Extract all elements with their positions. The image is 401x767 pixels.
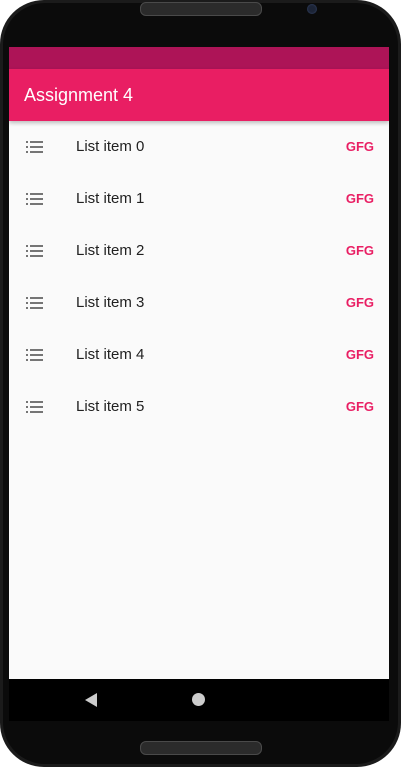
list-item-label: List item 5 xyxy=(76,398,145,415)
list-item-0[interactable]: List item 0 GFG xyxy=(9,121,389,173)
list-icon xyxy=(26,297,43,309)
app-bar: Assignment 4 xyxy=(9,69,389,121)
list-item-3[interactable]: List item 3 GFG xyxy=(9,277,389,329)
app-bar-title: Assignment 4 xyxy=(24,85,134,105)
list-item-label: List item 1 xyxy=(76,190,145,207)
list-item-trailing-text: GFG xyxy=(345,191,374,206)
list-icon xyxy=(26,349,43,361)
list-item-2[interactable]: List item 2 GFG xyxy=(9,225,389,277)
list-item-trailing-text: GFG xyxy=(345,139,374,154)
list-item-label: List item 2 xyxy=(76,242,145,259)
list-item-5[interactable]: List item 5 GFG xyxy=(9,381,389,433)
list-icon xyxy=(26,193,43,205)
navigation-bar xyxy=(9,679,389,721)
list-item-4[interactable]: List item 4 GFG xyxy=(9,329,389,381)
list-item-label: List item 4 xyxy=(76,346,145,363)
front-camera xyxy=(307,4,317,14)
bottom-speaker xyxy=(140,741,262,755)
list-item-label: List item 0 xyxy=(76,138,145,155)
list-view[interactable]: List item 0 GFG List item 1 GFG List ite… xyxy=(9,121,389,433)
device-screen: Assignment 4 List item 0 GFG List item 1… xyxy=(9,47,389,721)
list-icon xyxy=(26,245,43,257)
back-triangle-icon[interactable] xyxy=(85,693,97,707)
list-icon xyxy=(26,401,43,413)
list-item-trailing-text: GFG xyxy=(345,347,374,362)
list-item-trailing-text: GFG xyxy=(345,399,374,414)
status-bar xyxy=(9,47,389,69)
phone-frame: Assignment 4 List item 0 GFG List item 1… xyxy=(0,0,401,767)
list-item-label: List item 3 xyxy=(76,294,145,311)
list-icon xyxy=(26,141,43,153)
list-item-trailing-text: GFG xyxy=(345,243,374,258)
list-item-trailing-text: GFG xyxy=(345,295,374,310)
list-item-1[interactable]: List item 1 GFG xyxy=(9,173,389,225)
home-circle-icon[interactable] xyxy=(192,693,205,706)
top-speaker xyxy=(140,2,262,16)
